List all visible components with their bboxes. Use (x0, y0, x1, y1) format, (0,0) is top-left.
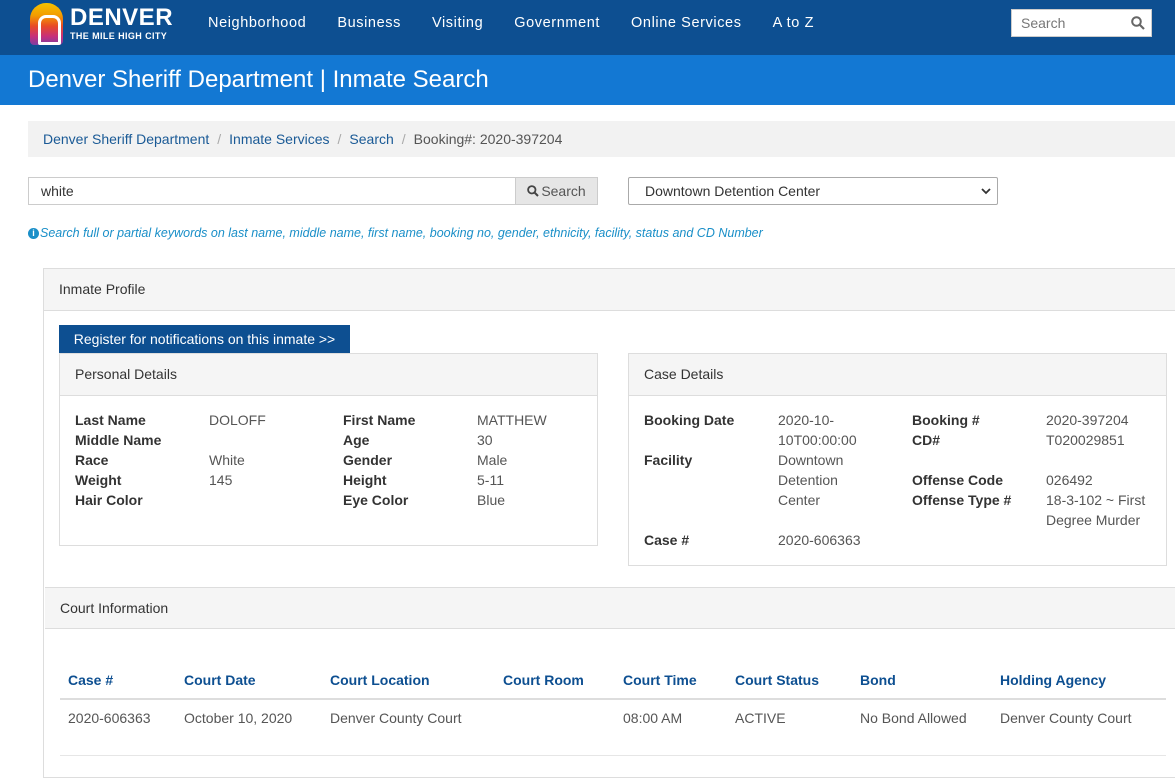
nav-a-to-z[interactable]: A to Z (773, 15, 814, 35)
facility-label: Facility (644, 452, 693, 468)
court-cell-holding-agency: Denver County Court (1000, 710, 1132, 726)
facility-value-line3: Center (778, 492, 821, 508)
weight-label: Weight (75, 472, 122, 488)
age-value: 30 (477, 432, 493, 448)
facility-select-value: Downtown Detention Center (645, 183, 821, 199)
nav-online-services[interactable]: Online Services (631, 15, 742, 35)
page-title-band: Denver Sheriff Department | Inmate Searc… (0, 55, 1175, 105)
personal-details-panel: Personal Details (59, 353, 598, 546)
facility-select[interactable]: Downtown Detention Center (628, 177, 998, 205)
search-icon (527, 185, 540, 197)
court-table-header-divider (60, 698, 1166, 700)
cd-number-label: CD# (912, 432, 941, 448)
booking-date-value-line2: 10T00:00:00 (778, 432, 857, 448)
search-hint-text: Search full or partial keywords on last … (40, 226, 763, 240)
case-details-heading: Case Details (629, 354, 1166, 396)
inmate-search-button-label: Search (541, 183, 586, 199)
court-col-court-status: Court Status (735, 672, 819, 688)
race-label: Race (75, 452, 109, 468)
booking-date-label: Booking Date (644, 412, 735, 428)
offense-type-value-line1: 18-3-102 ~ First (1046, 492, 1146, 508)
site-search (1011, 9, 1152, 37)
court-table-row-divider (60, 755, 1166, 756)
nav-government[interactable]: Government (514, 15, 600, 35)
race-value: White (209, 452, 245, 468)
breadcrumb-separator: / (401, 131, 406, 147)
offense-code-label: Offense Code (912, 472, 1004, 488)
court-cell-court-status: ACTIVE (735, 710, 786, 726)
offense-type-value-line2: Degree Murder (1046, 512, 1141, 528)
main-nav: Neighborhood Business Visiting Governmen… (208, 15, 845, 35)
court-information-heading: Court Information (45, 587, 1175, 629)
case-number-label: Case # (644, 532, 690, 548)
case-details-panel: Case Details (628, 353, 1167, 566)
inmate-search-button[interactable]: Search (515, 177, 598, 205)
court-col-holding-agency: Holding Agency (1000, 672, 1107, 688)
age-label: Age (343, 432, 370, 448)
court-cell-court-date: October 10, 2020 (184, 710, 293, 726)
court-cell-bond: No Bond Allowed (860, 710, 967, 726)
offense-code-value: 026492 (1046, 472, 1093, 488)
chevron-down-icon (981, 188, 991, 195)
hair-color-label: Hair Color (75, 492, 143, 508)
height-label: Height (343, 472, 387, 488)
booking-number-value: 2020-397204 (1046, 412, 1129, 428)
logo-subtitle: THE MILE HIGH CITY (70, 31, 168, 41)
booking-date-value-line1: 2020-10- (778, 412, 835, 428)
breadcrumb-sheriff-department[interactable]: Denver Sheriff Department (43, 131, 209, 147)
eye-color-label: Eye Color (343, 492, 409, 508)
breadcrumb-search[interactable]: Search (349, 131, 393, 147)
last-name-value: DOLOFF (209, 412, 266, 428)
logo-title: DENVER (70, 4, 174, 31)
court-cell-court-time: 08:00 AM (623, 710, 683, 726)
eye-color-value: Blue (477, 492, 506, 508)
inmate-search-input[interactable] (28, 177, 515, 205)
gender-label: Gender (343, 452, 393, 468)
site-search-input[interactable] (1012, 10, 1122, 36)
nav-business[interactable]: Business (337, 15, 401, 35)
nav-visiting[interactable]: Visiting (432, 15, 483, 35)
court-col-case-number: Case # (68, 672, 114, 688)
breadcrumb-separator: / (217, 131, 222, 147)
breadcrumb: Denver Sheriff Department / Inmate Servi… (28, 121, 1175, 157)
breadcrumb-inmate-services[interactable]: Inmate Services (229, 131, 329, 147)
facility-value-line2: Detention (778, 472, 838, 488)
last-name-label: Last Name (75, 412, 146, 428)
case-number-value: 2020-606363 (778, 532, 861, 548)
offense-type-label: Offense Type # (912, 492, 1012, 508)
middle-name-label: Middle Name (75, 432, 162, 448)
court-col-court-room: Court Room (503, 672, 584, 688)
first-name-value: MATTHEW (477, 412, 547, 428)
search-icon[interactable] (1131, 16, 1145, 30)
court-col-court-time: Court Time (623, 672, 697, 688)
page-title: Denver Sheriff Department | Inmate Searc… (28, 66, 489, 93)
facility-value-line1: Downtown (778, 452, 844, 468)
height-value: 5-11 (477, 472, 504, 488)
nav-neighborhood[interactable]: Neighborhood (208, 15, 306, 35)
gender-value: Male (477, 452, 508, 468)
first-name-label: First Name (343, 412, 416, 428)
breadcrumb-current: Booking#: 2020-397204 (413, 131, 563, 147)
court-cell-case-number: 2020-606363 (68, 710, 151, 726)
register-notifications-button[interactable]: Register for notifications on this inmat… (59, 325, 350, 353)
personal-details-heading: Personal Details (60, 354, 597, 396)
court-col-court-date: Court Date (184, 672, 256, 688)
top-navigation-bar: DENVER THE MILE HIGH CITY Neighborhood B… (0, 0, 1175, 55)
booking-number-label: Booking # (912, 412, 980, 428)
court-cell-court-location: Denver County Court (330, 710, 462, 726)
denver-logo-mark-icon (30, 3, 63, 45)
search-hint: i Search full or partial keywords on las… (28, 226, 763, 240)
court-col-bond: Bond (860, 672, 896, 688)
inmate-profile-heading: Inmate Profile (44, 269, 1175, 311)
info-icon: i (28, 227, 39, 239)
denver-logo[interactable]: DENVER THE MILE HIGH CITY (30, 3, 174, 47)
breadcrumb-separator: / (337, 131, 342, 147)
weight-value: 145 (209, 472, 233, 488)
court-col-court-location: Court Location (330, 672, 430, 688)
cd-number-value: T020029851 (1046, 432, 1125, 448)
